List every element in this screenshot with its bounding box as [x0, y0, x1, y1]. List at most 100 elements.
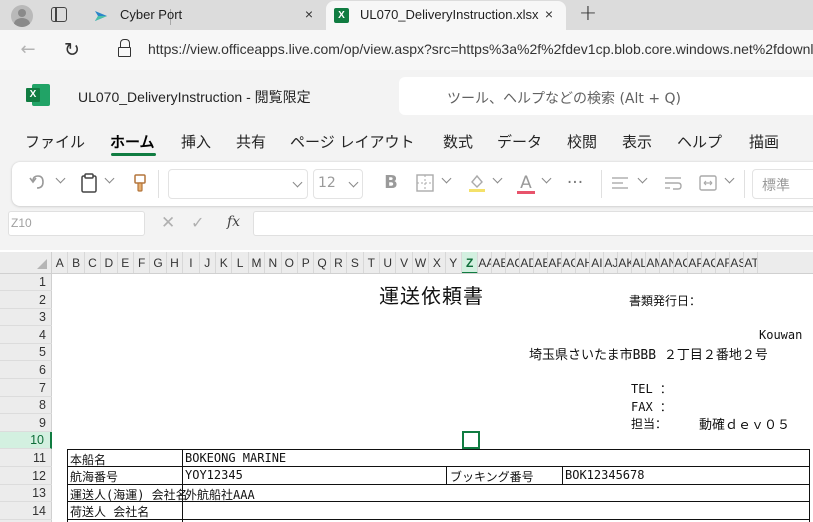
search-box[interactable]: ツール、ヘルプなどの検索 (Alt + Q) [399, 77, 813, 115]
row-header-8[interactable]: 8 [0, 397, 52, 415]
row-header-11[interactable]: 11 [0, 450, 52, 467]
tab-data[interactable]: データ [497, 131, 542, 152]
wrap-text-icon[interactable] [663, 172, 683, 194]
borders-icon[interactable] [415, 172, 435, 194]
merge-cells-icon[interactable] [698, 172, 718, 194]
column-header-ag[interactable]: AG [562, 252, 577, 273]
column-header-n[interactable]: N [265, 252, 282, 273]
active-cell-cursor[interactable] [462, 431, 480, 449]
row-header-5[interactable]: 5 [0, 344, 52, 362]
font-color-dropdown-icon[interactable] [542, 175, 552, 185]
column-header-ai[interactable]: AI [590, 252, 605, 273]
profile-avatar-icon[interactable] [11, 5, 33, 27]
column-header-ao[interactable]: AO [674, 252, 689, 273]
more-options-button[interactable]: ··· [563, 172, 587, 194]
column-header-s[interactable]: S [347, 252, 364, 273]
font-name-select[interactable] [168, 169, 308, 199]
column-header-ap[interactable]: AP [688, 252, 703, 273]
column-header-an[interactable]: AN [660, 252, 675, 273]
column-header-v[interactable]: V [396, 252, 413, 273]
column-header-a[interactable]: A [52, 252, 69, 273]
row-header-7[interactable]: 7 [0, 380, 52, 397]
tab-insert[interactable]: 挿入 [181, 131, 211, 152]
row-header-6[interactable]: 6 [0, 362, 52, 379]
row-header-10[interactable]: 10 [0, 432, 52, 450]
column-header-ac[interactable]: AC [506, 252, 521, 273]
column-header-aq[interactable]: AQ [702, 252, 717, 273]
tab-share[interactable]: 共有 [236, 131, 266, 152]
column-header-ad[interactable]: AD [520, 252, 535, 273]
row-header-9[interactable]: 9 [0, 415, 52, 432]
column-header-h[interactable]: H [167, 252, 184, 273]
column-header-l[interactable]: L [232, 252, 249, 273]
column-header-r[interactable]: R [331, 252, 348, 273]
undo-icon[interactable] [27, 172, 47, 194]
fill-color-dropdown-icon[interactable] [493, 175, 503, 185]
column-header-y[interactable]: Y [446, 252, 462, 273]
column-header-w[interactable]: W [413, 252, 430, 273]
column-header-z[interactable]: Z [462, 252, 479, 273]
column-header-am[interactable]: AM [646, 252, 661, 273]
align-icon[interactable] [610, 172, 630, 194]
new-tab-button[interactable]: + [577, 2, 599, 26]
column-header-b[interactable]: B [68, 252, 85, 273]
tab-page-layout[interactable]: ページ レイアウト [290, 131, 414, 152]
column-header-o[interactable]: O [282, 252, 298, 273]
align-dropdown-icon[interactable] [638, 175, 648, 185]
column-header-as[interactable]: AS [730, 252, 745, 273]
column-header-e[interactable]: E [118, 252, 134, 273]
merge-dropdown-icon[interactable] [725, 175, 735, 185]
select-all-corner[interactable] [0, 252, 52, 274]
column-header-ah[interactable]: AH [576, 252, 591, 273]
enter-formula-icon[interactable]: ✓ [191, 213, 204, 232]
tab-home[interactable]: ホーム [110, 131, 155, 152]
row-header-3[interactable]: 3 [0, 309, 52, 327]
paste-icon[interactable] [80, 172, 98, 194]
column-header-t[interactable]: T [364, 252, 380, 273]
format-painter-icon[interactable] [132, 172, 148, 194]
row-header-2[interactable]: 2 [0, 292, 52, 309]
column-header-p[interactable]: P [298, 252, 315, 273]
borders-dropdown-icon[interactable] [442, 175, 452, 185]
worksheet[interactable]: 運送依頼書 書類発行日： Kouwan 埼玉県さいたま市BBB ２丁目２番地２号… [53, 274, 813, 522]
column-header-u[interactable]: U [380, 252, 397, 273]
column-header-x[interactable]: X [429, 252, 446, 273]
column-header-aa[interactable]: AA [478, 252, 493, 273]
browser-tab-cyber-port[interactable]: Cyber Port × [86, 1, 326, 30]
column-header-af[interactable]: AF [548, 252, 563, 273]
column-header-aj[interactable]: AJ [604, 252, 619, 273]
tab-draw[interactable]: 描画 [749, 131, 779, 152]
column-header-ae[interactable]: AE [534, 252, 549, 273]
column-header-d[interactable]: D [101, 252, 118, 273]
back-arrow-icon[interactable]: ← [16, 38, 40, 62]
tab-file[interactable]: ファイル [25, 131, 85, 152]
column-header-f[interactable]: F [134, 252, 151, 273]
column-header-g[interactable]: G [150, 252, 167, 273]
cancel-formula-icon[interactable]: ✕ [161, 213, 175, 233]
column-header-m[interactable]: M [249, 252, 266, 273]
tab-review[interactable]: 校閲 [567, 131, 597, 152]
url-field[interactable]: https://view.officeapps.live.com/op/view… [148, 41, 813, 57]
tab-view[interactable]: 表示 [622, 131, 652, 152]
insert-function-icon[interactable]: fx [227, 214, 240, 230]
column-header-i[interactable]: I [183, 252, 200, 273]
column-header-c[interactable]: C [85, 252, 102, 273]
close-tab-icon[interactable]: × [299, 4, 319, 24]
tab-help[interactable]: ヘルプ [677, 131, 722, 152]
row-header-14[interactable]: 14 [0, 503, 52, 520]
bold-button[interactable]: B [382, 172, 400, 194]
document-title[interactable]: UL070_DeliveryInstruction - 閲覧限定 [78, 87, 311, 107]
fill-color-icon[interactable] [467, 172, 487, 194]
undo-dropdown-icon[interactable] [56, 175, 66, 185]
tab-actions-icon[interactable] [51, 7, 67, 22]
row-header-1[interactable]: 1 [0, 274, 52, 291]
row-header-13[interactable]: 13 [0, 485, 52, 503]
column-header-at[interactable]: AT [744, 252, 759, 273]
column-header-k[interactable]: K [216, 252, 233, 273]
formula-input[interactable] [253, 211, 813, 236]
row-header-12[interactable]: 12 [0, 468, 52, 485]
column-header-ar[interactable]: AR [716, 252, 731, 273]
close-tab-icon[interactable]: × [539, 4, 559, 24]
browser-tab-excel-file[interactable]: X UL070_DeliveryInstruction.xlsx × [326, 1, 566, 30]
reload-icon[interactable]: ↻ [59, 37, 85, 63]
